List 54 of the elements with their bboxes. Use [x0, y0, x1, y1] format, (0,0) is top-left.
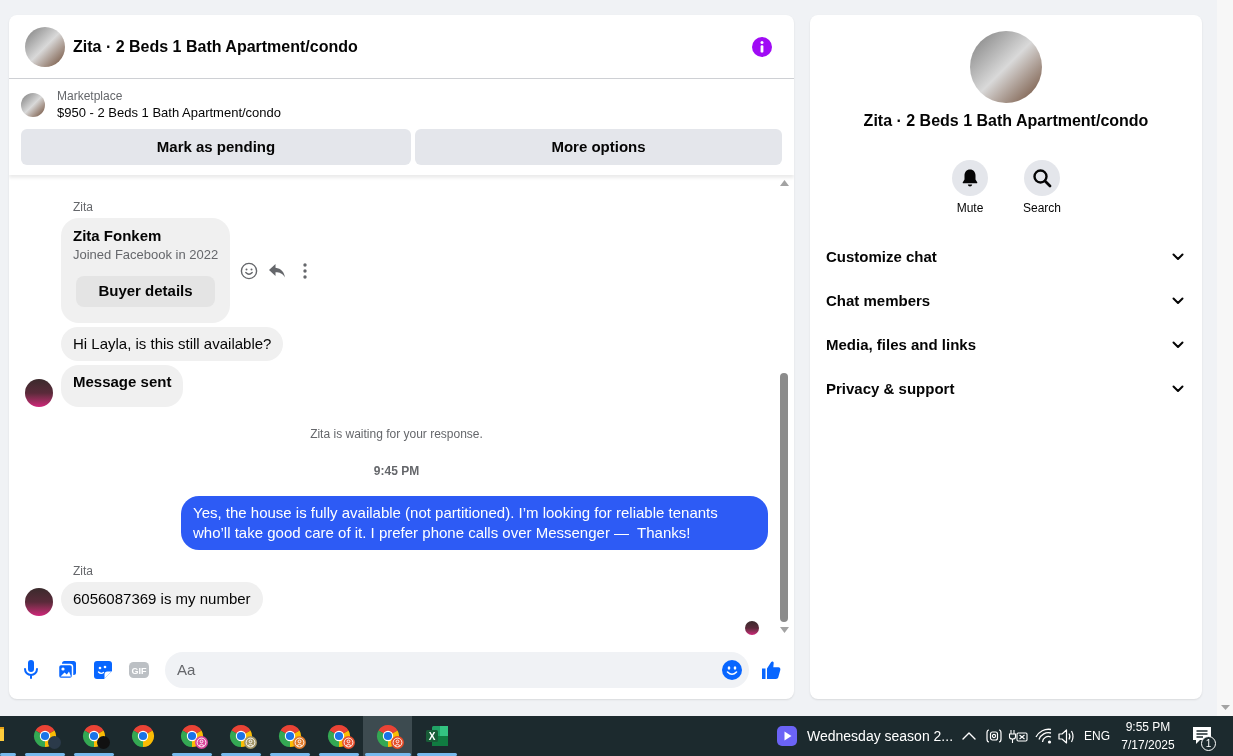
language-indicator[interactable]: ENG — [1084, 727, 1110, 745]
search-button[interactable] — [1024, 160, 1060, 196]
message-bubble: Message sent — [61, 365, 184, 407]
photo-placeholder — [21, 93, 45, 117]
section-toggle[interactable]: Media, files and links — [810, 323, 1202, 367]
profile-name: Zita Fonkem — [73, 226, 163, 246]
scrollbar-thumb[interactable] — [780, 373, 788, 622]
camera-icon[interactable] — [986, 727, 1002, 745]
clock-time[interactable]: 9:55 PM — [1125, 718, 1171, 736]
listing-action-button[interactable]: Mark as pending — [21, 129, 411, 165]
listing-source: Marketplace — [57, 88, 124, 104]
mute-button[interactable] — [952, 160, 988, 196]
media-title[interactable]: Wednesday season 2... — [807, 725, 957, 747]
section-toggle[interactable]: Privacy & support — [810, 367, 1202, 411]
emoji-icon[interactable] — [722, 659, 742, 680]
sender-name: Zita — [73, 199, 93, 215]
battery-icon[interactable] — [1008, 728, 1028, 744]
thumbs-up-icon[interactable] — [761, 659, 781, 680]
search-icon — [1032, 168, 1052, 188]
chevron-up-icon[interactable] — [962, 732, 976, 740]
reply-icon[interactable] — [268, 261, 286, 280]
listing-action-button[interactable]: More options — [415, 129, 782, 165]
volume-icon[interactable] — [1058, 727, 1075, 745]
clock-date[interactable]: 7/17/2025 — [1121, 736, 1175, 754]
taskbar-button[interactable]: X — [412, 716, 461, 756]
listing-summary: $950 - 2 Beds 1 Bath Apartment/condo — [57, 104, 282, 122]
action-label: Search — [1023, 200, 1061, 216]
sender-name: Zita — [73, 563, 93, 579]
folder-icon — [0, 724, 6, 742]
action-label: Mute — [956, 200, 984, 216]
info-icon[interactable] — [752, 36, 772, 57]
wifi-icon[interactable] — [1035, 728, 1052, 744]
message-bubble: Yes, the house is fully available (not partitioned). I’m looking for reliable tenants who’ll take good care of it. I prefer phone calls over Messenger — Thanks! — [181, 496, 768, 550]
conversation-title: Zita · 2 Beds 1 Bath Apartment/condo — [73, 36, 358, 57]
notification-badge: 1 — [1201, 736, 1216, 751]
sticker-icon[interactable] — [93, 659, 113, 680]
conversation-title: Zita · 2 Beds 1 Bath Apartment/condo — [863, 111, 1149, 131]
photos-icon[interactable] — [57, 659, 77, 680]
buyer-details-button[interactable]: Buyer details — [76, 276, 215, 307]
microphone-icon[interactable] — [23, 659, 39, 680]
browser-icon — [130, 724, 155, 748]
message-bubble: 6056087369 is my number — [61, 582, 263, 616]
media-play-icon[interactable] — [777, 726, 797, 746]
message-bubble: Hi Layla, is this still available? — [61, 327, 284, 361]
profile-subtitle: Joined Facebook in 2022 — [73, 246, 218, 264]
taskbar-button[interactable] — [363, 716, 412, 756]
section-toggle[interactable]: Chat members — [810, 279, 1202, 323]
smiley-icon[interactable] — [240, 261, 258, 280]
message-field[interactable]: Aa — [165, 651, 749, 688]
status-notice: Zita is waiting for your response. — [310, 426, 483, 442]
bell-icon — [960, 168, 980, 188]
photo-placeholder — [25, 26, 65, 67]
section-toggle[interactable]: Customize chat — [810, 235, 1202, 279]
message-time: 9:45 PM — [373, 463, 420, 479]
